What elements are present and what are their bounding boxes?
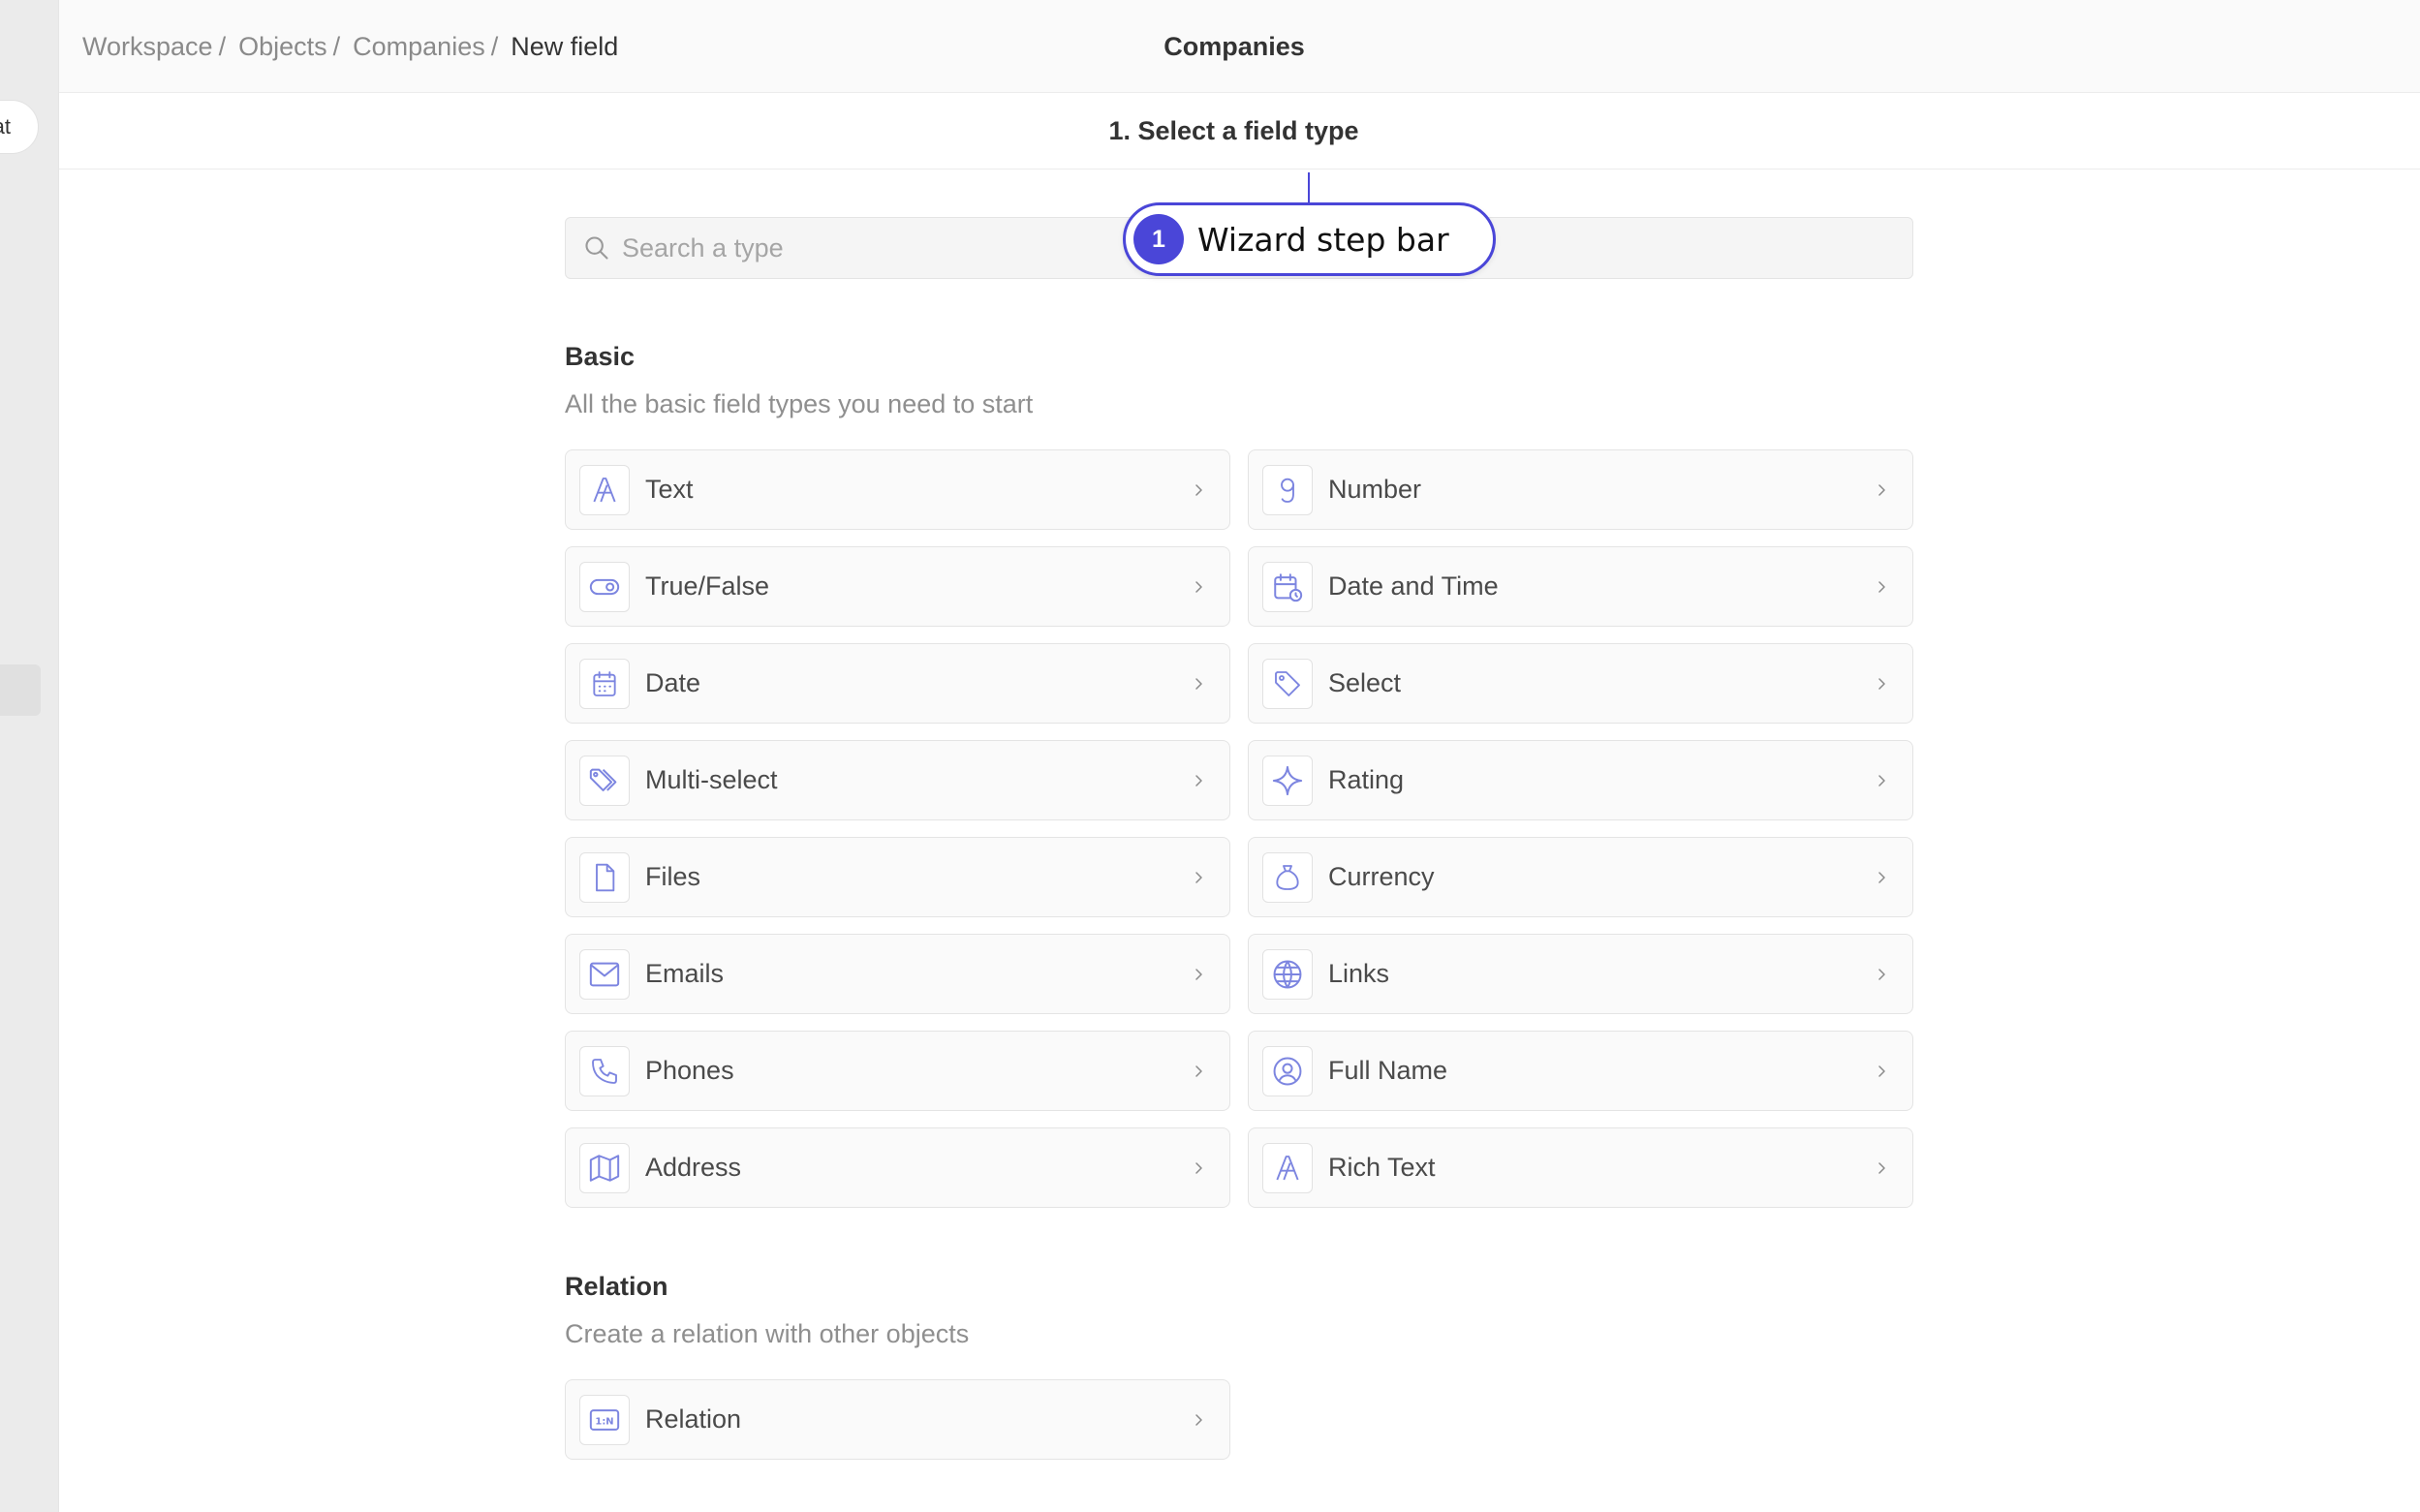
wizard-step-label: 1. Select a field type xyxy=(1108,115,1359,145)
relation-type-grid: 1:N Relation xyxy=(565,1379,1913,1460)
chevron-right-icon xyxy=(1189,1410,1208,1430)
field-type-links[interactable]: Links xyxy=(1248,934,1913,1014)
section-title-relation: Relation xyxy=(565,1272,668,1301)
field-type-select[interactable]: Select xyxy=(1248,643,1913,724)
top-bar: Workspace / Objects / Companies / New fi… xyxy=(59,0,2420,93)
chevron-right-icon xyxy=(1189,771,1208,790)
field-type-label: Relation xyxy=(645,1404,742,1434)
section-title-basic: Basic xyxy=(565,342,636,371)
field-type-phones[interactable]: Phones xyxy=(565,1031,1230,1111)
field-type-number[interactable]: Number xyxy=(1248,449,1913,530)
field-type-currency[interactable]: Currency xyxy=(1248,837,1913,917)
tag-icon xyxy=(1262,658,1313,709)
relation-icon: 1:N xyxy=(579,1394,630,1445)
main-panel: Workspace / Objects / Companies / New fi… xyxy=(58,0,2420,1512)
svg-text:1:N: 1:N xyxy=(595,1416,613,1427)
field-type-label: Full Name xyxy=(1328,1056,1448,1085)
user-circle-icon xyxy=(1262,1045,1313,1096)
number-icon xyxy=(1262,464,1313,515)
field-type-text[interactable]: Text xyxy=(565,449,1230,530)
page-title-text: Companies xyxy=(1163,31,1305,61)
chevron-right-icon xyxy=(1872,674,1891,694)
chevron-right-icon xyxy=(1872,1158,1891,1178)
chevron-right-icon xyxy=(1189,674,1208,694)
field-type-label: Rich Text xyxy=(1328,1153,1436,1182)
sparkle-icon xyxy=(1262,755,1313,806)
field-type-label: Text xyxy=(645,475,694,504)
search-input[interactable] xyxy=(622,232,1203,263)
field-type-label: Files xyxy=(645,862,701,891)
field-type-label: Currency xyxy=(1328,862,1435,891)
field-type-true-false[interactable]: True/False xyxy=(565,546,1230,627)
chevron-right-icon xyxy=(1189,965,1208,984)
field-type-files[interactable]: Files xyxy=(565,837,1230,917)
field-type-rating[interactable]: Rating xyxy=(1248,740,1913,820)
sidebar-pill-button[interactable]: at xyxy=(0,100,39,154)
field-type-date-and-time[interactable]: Date and Time xyxy=(1248,546,1913,627)
field-type-label: Number xyxy=(1328,475,1422,504)
page-title: Companies xyxy=(59,0,2420,93)
callout-number-badge: 1 xyxy=(1133,214,1184,264)
search-icon xyxy=(566,217,622,279)
field-type-label: Address xyxy=(645,1153,742,1182)
phone-icon xyxy=(579,1045,630,1096)
mail-icon xyxy=(579,948,630,1000)
field-type-address[interactable]: Address xyxy=(565,1127,1230,1208)
field-type-label: Emails xyxy=(645,959,725,988)
chevron-right-icon xyxy=(1189,1062,1208,1081)
chevron-right-icon xyxy=(1872,771,1891,790)
field-type-date[interactable]: Date xyxy=(565,643,1230,724)
chevron-right-icon xyxy=(1872,480,1891,500)
chevron-right-icon xyxy=(1189,1158,1208,1178)
world-icon xyxy=(1262,948,1313,1000)
field-type-relation[interactable]: 1:N Relation xyxy=(565,1379,1230,1460)
wizard-step-bar: 1. Select a field type xyxy=(59,93,2420,170)
tags-icon xyxy=(579,755,630,806)
field-type-label: Rating xyxy=(1328,765,1405,794)
field-type-rich-text[interactable]: Rich Text xyxy=(1248,1127,1913,1208)
field-type-label: Links xyxy=(1328,959,1390,988)
field-type-multi-select[interactable]: Multi-select xyxy=(565,740,1230,820)
calendar-icon xyxy=(579,658,630,709)
chevron-right-icon xyxy=(1872,1062,1891,1081)
text-icon xyxy=(579,464,630,515)
chevron-right-icon xyxy=(1189,868,1208,887)
field-type-label: True/False xyxy=(645,571,770,601)
toggle-icon xyxy=(579,561,630,612)
map-icon xyxy=(579,1142,630,1193)
field-type-full-name[interactable]: Full Name xyxy=(1248,1031,1913,1111)
field-type-label: Date xyxy=(645,668,701,697)
money-bag-icon xyxy=(1262,851,1313,903)
callout-text: Wizard step bar xyxy=(1197,220,1449,259)
field-type-emails[interactable]: Emails xyxy=(565,934,1230,1014)
annotation-callout: 1 Wizard step bar xyxy=(1123,202,1496,276)
section-description-relation: Create a relation with other objects xyxy=(565,1319,970,1348)
callout-connector xyxy=(1308,172,1310,205)
section-description-basic: All the basic field types you need to st… xyxy=(565,389,1034,418)
chevron-right-icon xyxy=(1872,868,1891,887)
chevron-right-icon xyxy=(1189,577,1208,597)
calendar-clock-icon xyxy=(1262,561,1313,612)
chevron-right-icon xyxy=(1872,965,1891,984)
sidebar-selected-item[interactable] xyxy=(0,664,41,716)
field-type-label: Multi-select xyxy=(645,765,778,794)
field-type-label: Phones xyxy=(645,1056,734,1085)
file-icon xyxy=(579,851,630,903)
basic-type-grid: Text Number True/False Date and Time Date Sel… xyxy=(565,449,1913,1208)
sidebar-edge: at xyxy=(0,0,58,1512)
chevron-right-icon xyxy=(1872,577,1891,597)
chevron-right-icon xyxy=(1189,480,1208,500)
field-type-label: Date and Time xyxy=(1328,571,1499,601)
field-type-label: Select xyxy=(1328,668,1402,697)
text-icon xyxy=(1262,1142,1313,1193)
